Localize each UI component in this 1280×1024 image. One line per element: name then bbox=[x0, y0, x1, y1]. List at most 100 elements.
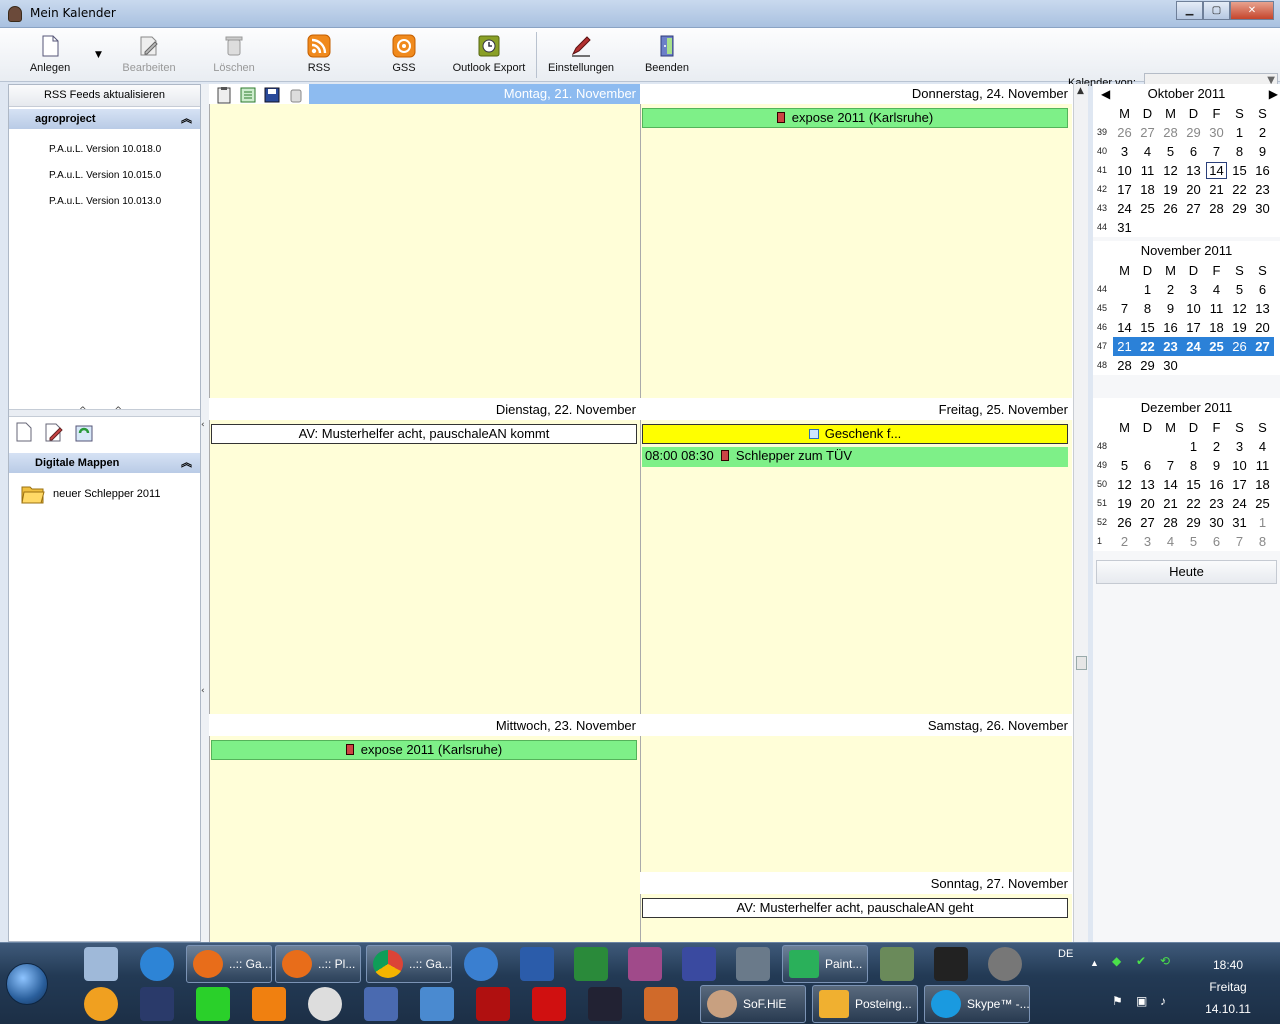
day-header-thursday[interactable]: Donnerstag, 24. November bbox=[641, 84, 1072, 104]
day-cell[interactable]: 22 bbox=[1182, 494, 1205, 513]
day-cell[interactable]: 8 bbox=[1136, 299, 1159, 318]
day-cell[interactable]: 8 bbox=[1182, 456, 1205, 475]
taskbar-window-chrome[interactable]: ..:: Ga... bbox=[366, 945, 452, 983]
day-cell[interactable]: 21 bbox=[1159, 494, 1182, 513]
day-cell[interactable]: 9 bbox=[1205, 456, 1228, 475]
day-cell[interactable]: 30 bbox=[1159, 356, 1182, 375]
event-item[interactable]: AV: Musterhelfer acht, pauschaleAN geht bbox=[642, 898, 1068, 918]
day-cell[interactable]: 21 bbox=[1205, 180, 1228, 199]
event-item[interactable]: AV: Musterhelfer acht, pauschaleAN kommt bbox=[211, 424, 637, 444]
day-cell[interactable]: 6 bbox=[1182, 142, 1205, 161]
day-cell[interactable]: 29 bbox=[1228, 199, 1251, 218]
taskbar-window-firefox-2[interactable]: ..:: Pl... bbox=[275, 945, 361, 983]
day-cell[interactable]: 30 bbox=[1205, 513, 1228, 532]
collapse-chevron-icon[interactable]: ︽ bbox=[181, 453, 192, 473]
day-cell[interactable]: 9 bbox=[1251, 142, 1274, 161]
day-cell[interactable]: 2 bbox=[1159, 280, 1182, 299]
day-cell[interactable]: 3 bbox=[1136, 532, 1159, 551]
day-cell[interactable]: 11 bbox=[1205, 299, 1228, 318]
day-cell[interactable]: 27 bbox=[1136, 123, 1159, 142]
bearbeiten-button[interactable]: Bearbeiten bbox=[120, 34, 178, 80]
clipboard-icon[interactable] bbox=[214, 86, 234, 104]
day-cell[interactable]: 4 bbox=[1205, 280, 1228, 299]
day-cell[interactable]: 18 bbox=[1251, 475, 1274, 494]
daemon-icon[interactable] bbox=[308, 987, 342, 1021]
next-month-icon[interactable]: ▶ bbox=[1269, 84, 1278, 104]
calculator-icon[interactable] bbox=[84, 947, 118, 981]
pane-splitter[interactable]: ^^ bbox=[9, 406, 200, 417]
day-cell[interactable]: 25 bbox=[1251, 494, 1274, 513]
list-icon[interactable] bbox=[238, 86, 258, 104]
filezilla-icon[interactable] bbox=[476, 987, 510, 1021]
save-icon[interactable] bbox=[262, 86, 282, 104]
day-cell[interactable]: 7 bbox=[1228, 532, 1251, 551]
refresh-icon[interactable] bbox=[73, 421, 95, 443]
day-cell[interactable]: 13 bbox=[1251, 299, 1274, 318]
day-cell[interactable]: 30 bbox=[1205, 123, 1228, 142]
day-cell[interactable]: 4 bbox=[1136, 142, 1159, 161]
day-cell[interactable]: 24 bbox=[1228, 494, 1251, 513]
trash-icon[interactable] bbox=[286, 86, 306, 104]
day-cell[interactable]: 15 bbox=[1182, 475, 1205, 494]
scroll-up-icon[interactable]: ▲ bbox=[1077, 86, 1084, 96]
day-cell[interactable]: 12 bbox=[1113, 475, 1136, 494]
start-button[interactable] bbox=[6, 963, 48, 1005]
day-cell[interactable]: 26 bbox=[1228, 337, 1251, 356]
day-cell[interactable]: 28 bbox=[1205, 199, 1228, 218]
day-cell[interactable]: 17 bbox=[1182, 318, 1205, 337]
day-cell[interactable]: 7 bbox=[1205, 142, 1228, 161]
day-cell[interactable]: 20 bbox=[1251, 318, 1274, 337]
day-cell[interactable]: 16 bbox=[1205, 475, 1228, 494]
day-cell[interactable]: 9 bbox=[1159, 299, 1182, 318]
key-icon[interactable] bbox=[628, 947, 662, 981]
day-cell[interactable]: 7 bbox=[1113, 299, 1136, 318]
clock[interactable]: 18:40 Freitag 14.10.11 bbox=[1188, 954, 1268, 1020]
day-cell[interactable]: 31 bbox=[1228, 513, 1251, 532]
day-cell-tuesday[interactable] bbox=[209, 420, 640, 714]
scroll-thumb[interactable] bbox=[1076, 656, 1087, 670]
day-cell[interactable]: 31 bbox=[1113, 218, 1136, 237]
prev-month-icon[interactable]: ◀ bbox=[1101, 84, 1110, 104]
tray-expand-icon[interactable]: ▲ bbox=[1090, 958, 1099, 968]
collapse-chevron-icon[interactable]: ︽ bbox=[181, 109, 192, 129]
taskbar-window-sofhie[interactable]: SoF.HiE bbox=[700, 985, 806, 1023]
group-header-digitale-mappen[interactable]: Digitale Mappen ︽ bbox=[9, 453, 200, 473]
day-cell[interactable]: 12 bbox=[1228, 299, 1251, 318]
day-cell[interactable]: 13 bbox=[1136, 475, 1159, 494]
tray-volume-icon[interactable]: ♪ bbox=[1160, 994, 1166, 1008]
day-header-sunday[interactable]: Sonntag, 27. November bbox=[641, 874, 1072, 894]
day-cell[interactable]: 14 bbox=[1159, 475, 1182, 494]
event-item[interactable]: expose 2011 (Karlsruhe) bbox=[642, 108, 1068, 128]
einstellungen-button[interactable]: Einstellungen bbox=[548, 34, 614, 80]
day-cell-monday[interactable] bbox=[209, 104, 640, 398]
day-cell[interactable]: 26 bbox=[1159, 199, 1182, 218]
day-cell[interactable]: 4 bbox=[1159, 532, 1182, 551]
anlegen-button[interactable]: Anlegen bbox=[28, 34, 72, 80]
day-cell[interactable]: 13 bbox=[1182, 161, 1205, 180]
day-cell[interactable]: 24 bbox=[1113, 199, 1136, 218]
day-cell[interactable]: 5 bbox=[1113, 456, 1136, 475]
outlook-export-button[interactable]: Outlook Export bbox=[452, 34, 526, 80]
day-cell[interactable]: 18 bbox=[1136, 180, 1159, 199]
day-cell[interactable]: 28 bbox=[1113, 356, 1136, 375]
day-cell[interactable]: 10 bbox=[1182, 299, 1205, 318]
contacts-icon[interactable] bbox=[880, 947, 914, 981]
vertical-scrollbar[interactable]: ▲ bbox=[1073, 84, 1088, 942]
day-cell[interactable]: 7 bbox=[1159, 456, 1182, 475]
fax-icon[interactable] bbox=[736, 947, 770, 981]
day-cell[interactable]: 5 bbox=[1182, 532, 1205, 551]
arrows-icon[interactable] bbox=[934, 947, 968, 981]
day-cell-thursday[interactable] bbox=[640, 104, 1072, 398]
day-header-friday[interactable]: Freitag, 25. November bbox=[641, 400, 1072, 420]
day-cell[interactable]: 29 bbox=[1136, 356, 1159, 375]
day-cell[interactable]: 11 bbox=[1136, 161, 1159, 180]
day-cell[interactable]: 1 bbox=[1182, 437, 1205, 456]
day-cell[interactable]: 1 bbox=[1136, 280, 1159, 299]
day-cell[interactable]: 23 bbox=[1159, 337, 1182, 356]
day-cell[interactable]: 17 bbox=[1228, 475, 1251, 494]
event-item[interactable]: Geschenk f... bbox=[642, 424, 1068, 444]
day-cell[interactable]: 5 bbox=[1228, 280, 1251, 299]
package-icon[interactable] bbox=[420, 987, 454, 1021]
day-cell[interactable]: 23 bbox=[1251, 180, 1274, 199]
day-cell[interactable]: 28 bbox=[1159, 513, 1182, 532]
